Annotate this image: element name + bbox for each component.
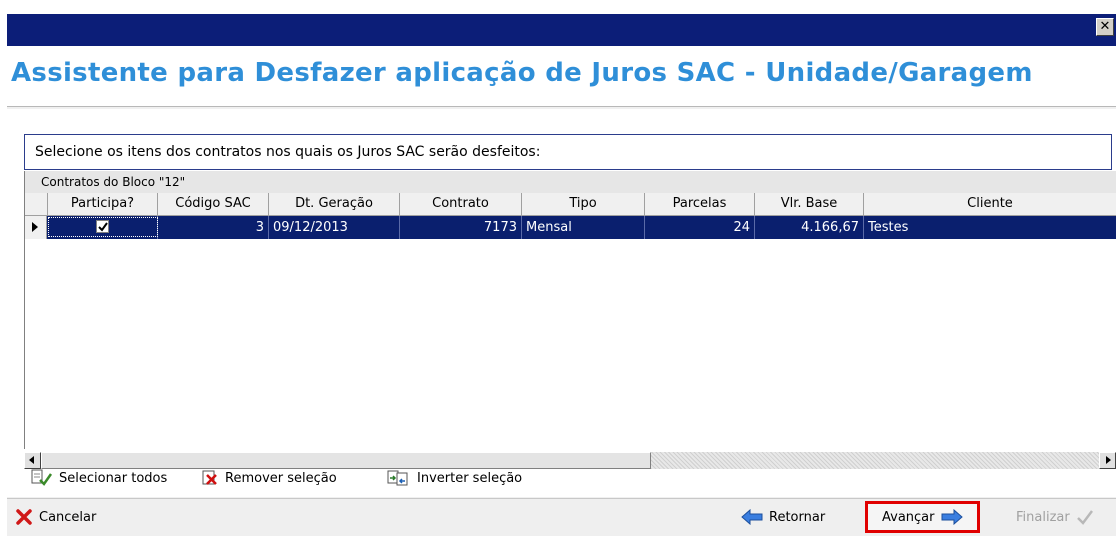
scroll-track[interactable] [651, 452, 1099, 469]
grid-header-row: Participa? Código SAC Dt. Geração Contra… [25, 193, 1116, 216]
cell-parcelas: 24 [645, 216, 755, 239]
instruction-text: Selecione os itens dos contratos nos qua… [35, 144, 541, 160]
column-header-cliente[interactable]: Cliente [864, 193, 1116, 215]
cell-focus-rect [48, 217, 158, 237]
finish-button[interactable]: Finalizar [1016, 505, 1094, 529]
select-all-icon [31, 469, 53, 486]
row-indicator [25, 216, 47, 239]
remove-selection-icon [202, 470, 217, 485]
invert-selection-button[interactable]: Inverter seleção [387, 466, 522, 490]
wizard-title: Assistente para Desfazer aplicação de Ju… [11, 58, 1033, 88]
grid-group-title: Contratos do Bloco "12" [41, 175, 186, 189]
arrow-left-icon [741, 509, 763, 525]
column-header-codigo-sac[interactable]: Código SAC [158, 193, 269, 215]
select-all-label: Selecionar todos [59, 470, 168, 486]
cell-dt-geracao: 09/12/2013 [269, 216, 400, 239]
scroll-right-button[interactable] [1099, 452, 1116, 469]
row-indicator-header [25, 193, 48, 215]
cell-cliente: Testes [868, 220, 909, 235]
column-header-tipo[interactable]: Tipo [522, 193, 645, 215]
column-header-dt-geracao[interactable]: Dt. Geração [269, 193, 400, 215]
contracts-grid: Contratos do Bloco "12" Participa? Códig… [24, 171, 1116, 449]
back-button[interactable]: Retornar [741, 505, 825, 529]
wizard-footer: Cancelar Retornar Avançar Finalizar [7, 498, 1116, 536]
column-header-participa[interactable]: Participa? [48, 193, 158, 215]
cancel-button[interactable]: Cancelar [15, 505, 96, 529]
cancel-x-icon [16, 509, 32, 525]
invert-selection-label: Inverter seleção [417, 470, 523, 486]
grid-group-row: Contratos do Bloco "12" [25, 171, 1116, 194]
wizard-panel: Selecione os itens dos contratos nos qua… [7, 109, 1116, 497]
close-button[interactable]: ✕ [1096, 18, 1114, 36]
finish-label: Finalizar [1016, 509, 1070, 525]
close-icon: ✕ [1099, 19, 1111, 34]
cell-contrato: 7173 [400, 216, 522, 239]
column-header-contrato[interactable]: Contrato [400, 193, 522, 215]
arrow-right-icon [1106, 456, 1111, 464]
cell-codigo-sac: 3 [158, 216, 269, 239]
instruction-box: Selecione os itens dos contratos nos qua… [24, 134, 1112, 170]
next-button[interactable]: Avançar [865, 501, 980, 533]
row-pointer-icon [32, 222, 38, 232]
cancel-label: Cancelar [39, 509, 97, 525]
horizontal-scrollbar[interactable] [24, 452, 1116, 469]
wizard-window: ✕ Assistente para Desfazer aplicação de … [7, 14, 1116, 536]
back-label: Retornar [769, 509, 826, 525]
remove-selection-button[interactable]: Remover seleção [201, 466, 337, 490]
arrow-right-icon [941, 509, 963, 525]
arrow-left-icon [29, 456, 34, 464]
cell-tipo: Mensal [522, 216, 645, 239]
next-label: Avançar [882, 509, 935, 525]
wizard-header: Assistente para Desfazer aplicação de Ju… [7, 46, 1116, 107]
column-header-vlr-base[interactable]: Vlr. Base [755, 193, 864, 215]
select-all-button[interactable]: Selecionar todos [31, 466, 167, 490]
title-bar: ✕ [7, 14, 1116, 46]
remove-selection-label: Remover seleção [225, 470, 337, 486]
cell-vlr-base: 4.166,67 [755, 216, 864, 239]
invert-selection-icon [387, 470, 408, 486]
table-row[interactable]: 3 09/12/2013 7173 Mensal 24 4.166,67 Tes… [25, 216, 1116, 239]
column-header-parcelas[interactable]: Parcelas [645, 193, 755, 215]
checkmark-icon [1076, 510, 1093, 525]
